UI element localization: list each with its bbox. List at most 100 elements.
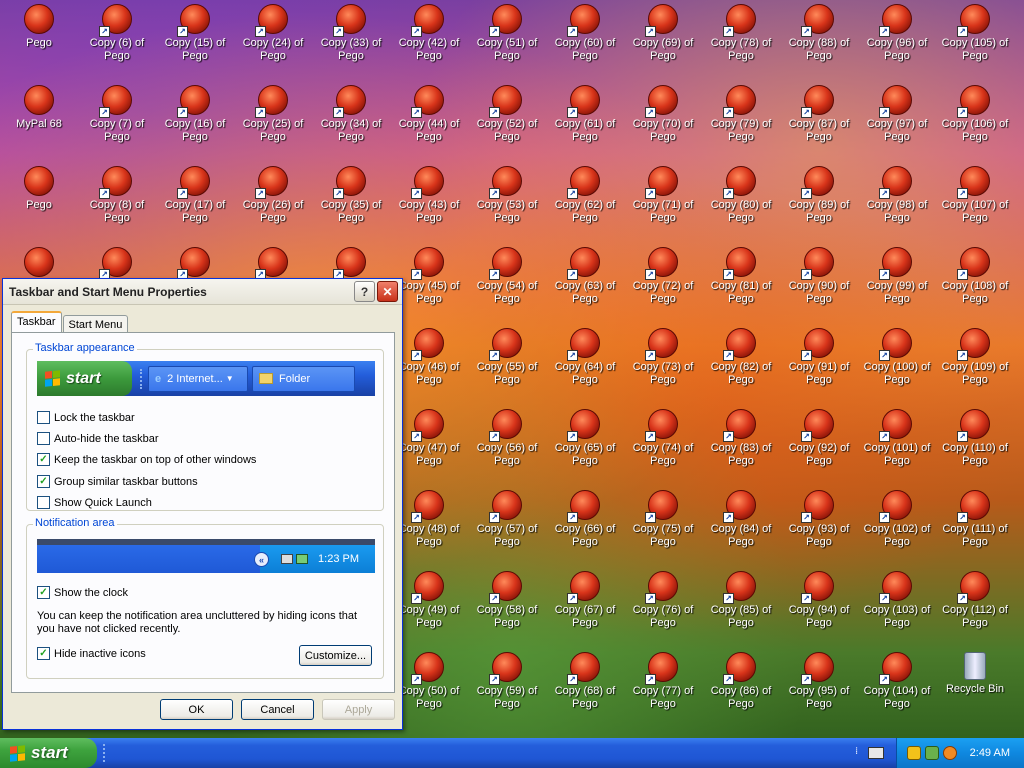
desktop-icon[interactable]: Pego xyxy=(0,162,78,240)
help-button[interactable]: ? xyxy=(354,281,375,302)
auto-hide-checkbox[interactable]: Auto-hide the taskbar xyxy=(37,432,159,445)
desktop-icon[interactable]: ↗ Copy (44) of Pego xyxy=(390,81,468,159)
desktop-icon[interactable]: ↗ Copy (96) of Pego xyxy=(858,0,936,78)
desktop-icon[interactable]: ↗ Copy (107) of Pego xyxy=(936,162,1014,240)
desktop-icon[interactable]: ↗ Copy (89) of Pego xyxy=(780,162,858,240)
recycle-bin-icon[interactable]: Recycle Bin xyxy=(936,648,1014,726)
desktop-icon[interactable]: ↗ Copy (7) of Pego xyxy=(78,81,156,159)
keep-on-top-checkbox[interactable]: ✓ Keep the taskbar on top of other windo… xyxy=(37,453,256,466)
desktop-icon[interactable]: ↗ Copy (98) of Pego xyxy=(858,162,936,240)
group-buttons-checkbox[interactable]: ✓ Group similar taskbar buttons xyxy=(37,475,198,488)
desktop-icon[interactable]: ↗ Copy (43) of Pego xyxy=(390,162,468,240)
desktop-icon[interactable]: ↗ Copy (106) of Pego xyxy=(936,81,1014,159)
taskbar-clock[interactable]: 2:49 AM xyxy=(970,747,1010,759)
customize-button[interactable]: Customize... xyxy=(299,645,372,666)
desktop-icon[interactable]: ↗ Copy (69) of Pego xyxy=(624,0,702,78)
desktop-icon[interactable]: ↗ Copy (65) of Pego xyxy=(546,405,624,483)
desktop-icon[interactable]: ↗ Copy (15) of Pego xyxy=(156,0,234,78)
desktop-icon[interactable]: ↗ Copy (58) of Pego xyxy=(468,567,546,645)
keep-on-top-box[interactable]: ✓ xyxy=(37,453,50,466)
desktop-icon[interactable]: ↗ Copy (59) of Pego xyxy=(468,648,546,726)
quick-launch-checkbox[interactable]: Show Quick Launch xyxy=(37,496,152,509)
desktop-icon[interactable]: ↗ Copy (34) of Pego xyxy=(312,81,390,159)
desktop-icon[interactable]: ↗ Copy (76) of Pego xyxy=(624,567,702,645)
desktop-icon[interactable]: ↗ Copy (6) of Pego xyxy=(78,0,156,78)
desktop-icon[interactable]: ↗ Copy (78) of Pego xyxy=(702,0,780,78)
desktop-icon[interactable]: ↗ Copy (64) of Pego xyxy=(546,324,624,402)
desktop-icon[interactable]: ↗ Copy (90) of Pego xyxy=(780,243,858,321)
desktop-icon[interactable]: ↗ Copy (88) of Pego xyxy=(780,0,858,78)
security-shield-icon[interactable] xyxy=(907,746,921,760)
desktop-icon[interactable]: ↗ Copy (67) of Pego xyxy=(546,567,624,645)
desktop-icon[interactable]: ↗ Copy (93) of Pego xyxy=(780,486,858,564)
desktop-icon[interactable]: ↗ Copy (80) of Pego xyxy=(702,162,780,240)
desktop-icon[interactable]: ↗ Copy (100) of Pego xyxy=(858,324,936,402)
desktop-icon[interactable]: ↗ Copy (24) of Pego xyxy=(234,0,312,78)
desktop-icon[interactable]: ↗ Copy (101) of Pego xyxy=(858,405,936,483)
desktop-icon[interactable]: ↗ Copy (86) of Pego xyxy=(702,648,780,726)
desktop-icon[interactable]: ↗ Copy (8) of Pego xyxy=(78,162,156,240)
desktop-icon[interactable]: ↗ Copy (75) of Pego xyxy=(624,486,702,564)
cancel-button[interactable]: Cancel xyxy=(241,699,314,720)
desktop-icon[interactable]: ↗ Copy (52) of Pego xyxy=(468,81,546,159)
lock-taskbar-box[interactable] xyxy=(37,411,50,424)
desktop-icon[interactable]: ↗ Copy (16) of Pego xyxy=(156,81,234,159)
network-icon[interactable] xyxy=(925,746,939,760)
desktop-icon[interactable]: ↗ Copy (81) of Pego xyxy=(702,243,780,321)
dialog-titlebar[interactable]: Taskbar and Start Menu Properties ? ✕ xyxy=(3,279,402,305)
desktop-icon[interactable]: ↗ Copy (110) of Pego xyxy=(936,405,1014,483)
desktop-icon[interactable]: ↗ Copy (94) of Pego xyxy=(780,567,858,645)
desktop-icon[interactable]: ↗ Copy (68) of Pego xyxy=(546,648,624,726)
desktop-icon[interactable]: ↗ Copy (74) of Pego xyxy=(624,405,702,483)
desktop-icon[interactable]: ↗ Copy (42) of Pego xyxy=(390,0,468,78)
group-buttons-box[interactable]: ✓ xyxy=(37,475,50,488)
desktop-icon[interactable]: ↗ Copy (111) of Pego xyxy=(936,486,1014,564)
close-button[interactable]: ✕ xyxy=(377,281,398,302)
desktop-icon[interactable]: ↗ Copy (60) of Pego xyxy=(546,0,624,78)
apply-button[interactable]: Apply xyxy=(322,699,395,720)
desktop-icon[interactable]: ↗ Copy (91) of Pego xyxy=(780,324,858,402)
desktop-icon[interactable]: ↗ Copy (71) of Pego xyxy=(624,162,702,240)
desktop-icon[interactable]: ↗ Copy (72) of Pego xyxy=(624,243,702,321)
hide-inactive-checkbox[interactable]: ✓ Hide inactive icons xyxy=(37,647,146,660)
desktop-icon[interactable]: ↗ Copy (105) of Pego xyxy=(936,0,1014,78)
desktop-icon[interactable]: ↗ Copy (70) of Pego xyxy=(624,81,702,159)
desktop-icon[interactable]: ↗ Copy (53) of Pego xyxy=(468,162,546,240)
desktop-icon[interactable]: ↗ Copy (51) of Pego xyxy=(468,0,546,78)
quick-launch-box[interactable] xyxy=(37,496,50,509)
desktop-icon[interactable]: ↗ Copy (102) of Pego xyxy=(858,486,936,564)
keyboard-icon[interactable] xyxy=(868,747,884,759)
desktop-icon[interactable]: MyPal 68 xyxy=(0,81,78,159)
desktop-icon[interactable]: ↗ Copy (55) of Pego xyxy=(468,324,546,402)
desktop-icon[interactable]: ↗ Copy (83) of Pego xyxy=(702,405,780,483)
desktop-icon[interactable]: ↗ Copy (56) of Pego xyxy=(468,405,546,483)
desktop-icon[interactable]: ↗ Copy (33) of Pego xyxy=(312,0,390,78)
desktop-icon[interactable]: ↗ Copy (99) of Pego xyxy=(858,243,936,321)
desktop-icon[interactable]: ↗ Copy (84) of Pego xyxy=(702,486,780,564)
desktop-icon[interactable]: ↗ Copy (26) of Pego xyxy=(234,162,312,240)
desktop-icon[interactable]: ↗ Copy (112) of Pego xyxy=(936,567,1014,645)
desktop-icon[interactable]: ↗ Copy (82) of Pego xyxy=(702,324,780,402)
lock-taskbar-checkbox[interactable]: Lock the taskbar xyxy=(37,411,135,424)
desktop-icon[interactable]: ↗ Copy (66) of Pego xyxy=(546,486,624,564)
desktop-icon[interactable]: Pego xyxy=(0,0,78,78)
desktop-icon[interactable]: ↗ Copy (61) of Pego xyxy=(546,81,624,159)
desktop-icon[interactable]: ↗ Copy (54) of Pego xyxy=(468,243,546,321)
desktop-icon[interactable]: ↗ Copy (95) of Pego xyxy=(780,648,858,726)
desktop-icon[interactable]: ↗ Copy (92) of Pego xyxy=(780,405,858,483)
desktop-icon[interactable]: ↗ Copy (62) of Pego xyxy=(546,162,624,240)
desktop-icon[interactable]: ↗ Copy (17) of Pego xyxy=(156,162,234,240)
tab-taskbar[interactable]: Taskbar xyxy=(11,311,62,334)
desktop-icon[interactable]: ↗ Copy (57) of Pego xyxy=(468,486,546,564)
desktop-icon[interactable]: ↗ Copy (87) of Pego xyxy=(780,81,858,159)
auto-hide-box[interactable] xyxy=(37,432,50,445)
desktop-icon[interactable]: ↗ Copy (25) of Pego xyxy=(234,81,312,159)
show-clock-box[interactable]: ✓ xyxy=(37,586,50,599)
start-button[interactable]: start xyxy=(0,738,97,768)
desktop-icon[interactable]: ↗ Copy (97) of Pego xyxy=(858,81,936,159)
hide-inactive-box[interactable]: ✓ xyxy=(37,647,50,660)
desktop-icon[interactable]: ↗ Copy (79) of Pego xyxy=(702,81,780,159)
desktop-icon[interactable]: ↗ Copy (104) of Pego xyxy=(858,648,936,726)
desktop-icon[interactable]: ↗ Copy (103) of Pego xyxy=(858,567,936,645)
desktop-icon[interactable]: ↗ Copy (73) of Pego xyxy=(624,324,702,402)
